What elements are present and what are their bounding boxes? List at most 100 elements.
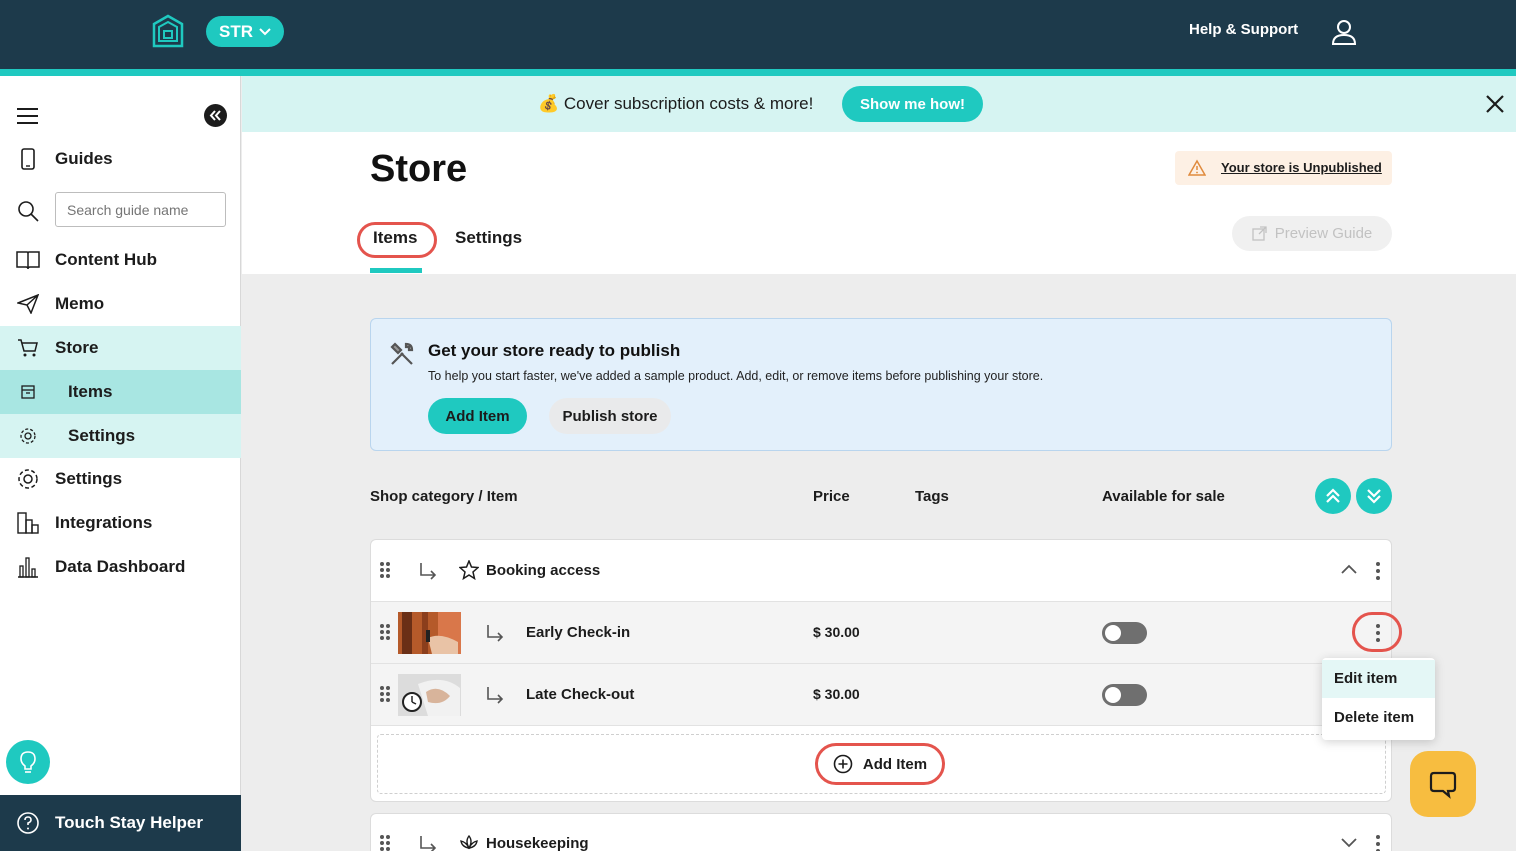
collapse-all-button[interactable] — [1315, 478, 1351, 514]
item-price: $ 30.00 — [813, 624, 860, 640]
sidebar-item-settings[interactable]: Settings — [0, 457, 241, 501]
tab-settings[interactable]: Settings — [455, 228, 522, 248]
close-icon[interactable] — [1485, 94, 1505, 114]
sidebar-item-content-hub[interactable]: Content Hub — [0, 238, 241, 282]
sidebar-item-label: Settings — [68, 426, 136, 445]
promo-banner: 💰 Cover subscription costs & more! Show … — [242, 76, 1516, 132]
add-item-button[interactable]: Add Item — [428, 398, 527, 434]
gear-icon — [16, 424, 40, 448]
chevron-down-icon — [259, 27, 271, 35]
highlight-ring — [1352, 612, 1402, 652]
page-title: Store — [370, 148, 468, 190]
touch-stay-helper-button[interactable]: Touch Stay Helper — [0, 795, 241, 851]
house-logo-icon[interactable] — [151, 14, 185, 48]
toggle-knob — [1105, 625, 1121, 641]
toggle-knob — [1105, 687, 1121, 703]
chat-bubble-icon — [1429, 771, 1457, 799]
sidebar-item-label: Items — [68, 382, 113, 401]
column-header-available: Available for sale — [1102, 488, 1225, 505]
sidebar-item-label: Store — [55, 338, 99, 357]
cart-icon — [16, 336, 40, 360]
publish-store-button[interactable]: Publish store — [549, 398, 671, 434]
sidebar: Guides Content Hub Memo Store Items Sett… — [0, 76, 241, 851]
item-context-menu: Edit item Delete item — [1322, 658, 1435, 740]
box-icon — [16, 380, 40, 404]
available-toggle[interactable] — [1102, 622, 1147, 644]
double-chevron-down-icon — [1367, 489, 1381, 504]
subdirectory-arrow-icon — [420, 836, 437, 851]
expand-all-button[interactable] — [1356, 478, 1392, 514]
sidebar-item-label: Guides — [55, 149, 113, 168]
preview-guide-button[interactable]: Preview Guide — [1232, 216, 1392, 251]
organization-label: STR — [219, 21, 253, 41]
drag-handle-icon[interactable] — [379, 685, 391, 703]
drag-handle-icon[interactable] — [379, 834, 391, 851]
chevron-up-icon[interactable] — [1341, 564, 1357, 574]
tab-items[interactable]: Items — [373, 228, 417, 248]
drag-handle-icon[interactable] — [379, 561, 391, 579]
sidebar-item-label: Memo — [55, 294, 105, 313]
star-icon — [459, 560, 479, 580]
menu-item-delete[interactable]: Delete item — [1322, 699, 1435, 737]
phone-icon — [16, 147, 40, 171]
sidebar-item-label: Data Dashboard — [55, 557, 186, 576]
help-support-link[interactable]: Help & Support — [1189, 21, 1298, 38]
sidebar-item-data-dashboard[interactable]: Data Dashboard — [0, 545, 241, 589]
subdirectory-arrow-icon — [487, 625, 504, 642]
sidebar-item-integrations[interactable]: Integrations — [0, 501, 241, 545]
bar-chart-icon — [16, 555, 40, 579]
item-price: $ 30.00 — [813, 686, 860, 702]
search-guide-input[interactable] — [55, 192, 226, 227]
banner-text: 💰 Cover subscription costs & more! — [538, 94, 814, 113]
helper-label: Touch Stay Helper — [55, 813, 203, 832]
sidebar-item-store-settings[interactable]: Settings — [0, 414, 241, 458]
top-bar-accent — [0, 69, 1516, 76]
hamburger-menu-icon[interactable] — [17, 108, 38, 124]
category-name: Housekeeping — [486, 835, 589, 851]
item-name: Late Check-out — [526, 686, 635, 703]
sidebar-item-store[interactable]: Store — [0, 326, 241, 370]
preview-guide-label: Preview Guide — [1274, 225, 1373, 242]
chevron-down-icon[interactable] — [1341, 838, 1357, 848]
kebab-menu-icon[interactable] — [1375, 561, 1381, 581]
tips-button[interactable] — [6, 740, 50, 784]
category-name: Booking access — [486, 562, 601, 579]
item-row[interactable]: Late Check-out $ 30.00 — [371, 664, 1391, 726]
sidebar-item-store-items[interactable]: Items — [0, 370, 241, 414]
item-thumbnail-door — [398, 612, 461, 654]
add-item-inline-button[interactable]: Add Item — [815, 743, 945, 785]
category-card[interactable]: Housekeeping — [370, 813, 1392, 851]
warning-icon — [1188, 159, 1206, 176]
active-tab-indicator — [370, 268, 422, 273]
user-account-icon[interactable] — [1331, 19, 1357, 45]
sidebar-item-memo[interactable]: Memo — [0, 282, 241, 326]
lightbulb-icon — [20, 751, 36, 773]
column-header-price: Price — [813, 488, 850, 505]
item-row[interactable]: Early Check-in $ 30.00 — [371, 602, 1391, 664]
info-description: To help you start faster, we've added a … — [428, 369, 1044, 383]
send-icon — [16, 292, 40, 316]
unpublished-status-badge[interactable]: Your store is Unpublished — [1175, 151, 1392, 185]
menu-item-edit[interactable]: Edit item — [1322, 660, 1435, 698]
publish-info-box: Get your store ready to publish To help … — [370, 318, 1392, 451]
drag-handle-icon[interactable] — [379, 623, 391, 641]
external-link-icon — [1252, 226, 1267, 241]
double-chevron-left-icon — [209, 110, 221, 121]
search-icon — [18, 201, 39, 222]
available-toggle[interactable] — [1102, 684, 1147, 706]
gear-icon — [16, 467, 40, 491]
sidebar-item-label: Content Hub — [55, 250, 157, 269]
kebab-menu-icon[interactable] — [1375, 834, 1381, 851]
sidebar-item-guides[interactable]: Guides — [0, 137, 241, 181]
collapse-sidebar-button[interactable] — [204, 104, 227, 127]
column-header-tags: Tags — [915, 488, 949, 505]
category-row[interactable]: Booking access — [371, 540, 1391, 602]
book-icon — [16, 248, 40, 272]
integrations-icon — [16, 511, 40, 535]
item-name: Early Check-in — [526, 624, 631, 641]
organization-switcher[interactable]: STR — [206, 16, 284, 47]
unpublished-link[interactable]: Your store is Unpublished — [1221, 160, 1382, 175]
tools-icon — [390, 342, 414, 365]
support-chat-button[interactable] — [1410, 751, 1476, 817]
show-me-how-button[interactable]: Show me how! — [842, 86, 983, 122]
